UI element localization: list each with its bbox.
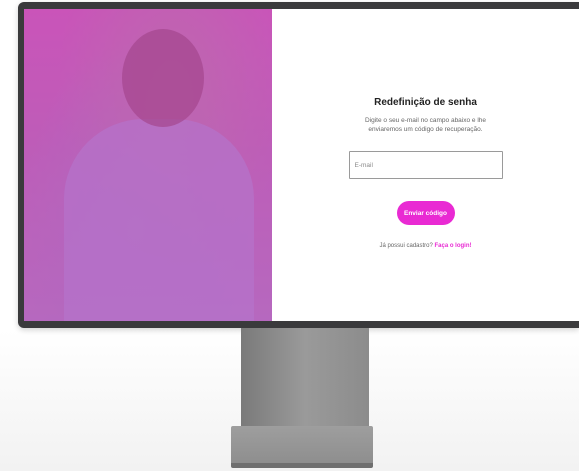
monitor-stand-base-edge — [231, 463, 373, 468]
password-reset-panel: Redefinição de senha Digite o seu e-mail… — [272, 9, 579, 321]
monitor-stand-base — [231, 426, 373, 466]
pink-photo-overlay — [24, 9, 272, 321]
login-prompt-line: Já possui cadastro? Faça o login! — [379, 243, 471, 249]
page-title: Redefinição de senha — [374, 97, 477, 108]
monitor-bezel: Redefinição de senha Digite o seu e-mail… — [18, 2, 579, 328]
login-prompt-text: Já possui cadastro? — [379, 243, 435, 249]
monitor-stand-neck — [241, 328, 369, 430]
instructions-text: Digite o seu e-mail no campo abaixo e lh… — [364, 117, 487, 133]
send-code-button[interactable]: Enviar código — [396, 201, 455, 225]
monitor-screen: Redefinição de senha Digite o seu e-mail… — [24, 9, 579, 321]
hero-photo — [24, 9, 272, 321]
email-field[interactable] — [348, 151, 503, 179]
login-link[interactable]: Faça o login! — [435, 243, 472, 249]
